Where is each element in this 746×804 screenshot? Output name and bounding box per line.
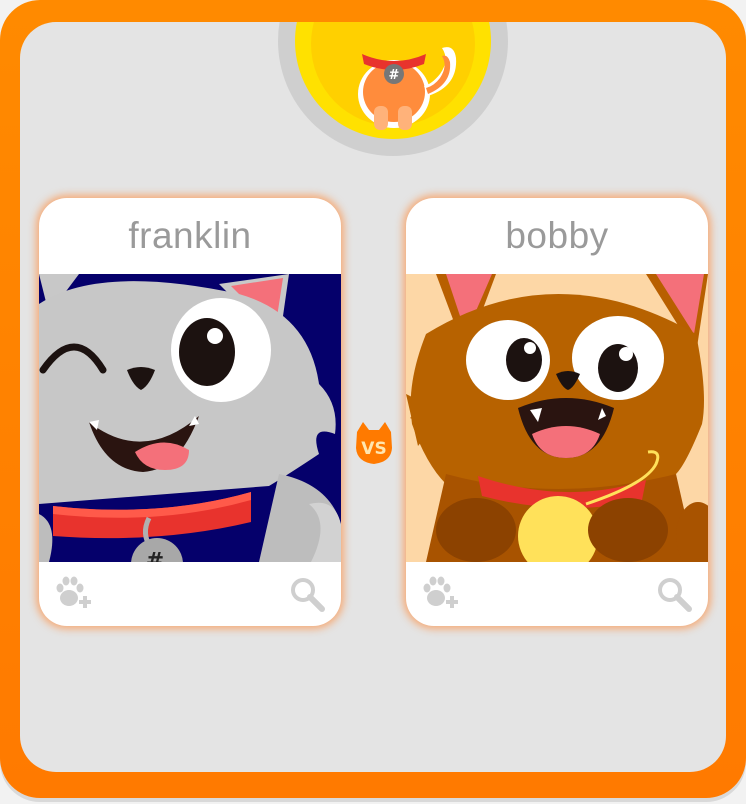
- svg-text:#: #: [389, 68, 400, 83]
- card-footer: [39, 562, 341, 626]
- cat-hashtag-badge-icon: #: [278, 22, 508, 156]
- contestant-card-bobby[interactable]: bobby: [406, 198, 708, 626]
- svg-text:#: #: [146, 549, 164, 562]
- search-icon[interactable]: [656, 576, 692, 612]
- contestant-image-bobby[interactable]: [406, 274, 708, 562]
- contestant-name: bobby: [505, 215, 609, 256]
- paw-plus-icon[interactable]: [55, 576, 97, 612]
- contestant-image-franklin[interactable]: #: [39, 274, 341, 562]
- vs-label: VS: [361, 439, 386, 459]
- card-footer: [406, 562, 708, 626]
- versus-badge: VS: [353, 420, 395, 466]
- contestant-name: franklin: [128, 215, 252, 256]
- contestant-card-franklin[interactable]: franklin #: [39, 198, 341, 626]
- search-icon[interactable]: [289, 576, 325, 612]
- paw-plus-icon[interactable]: [422, 576, 464, 612]
